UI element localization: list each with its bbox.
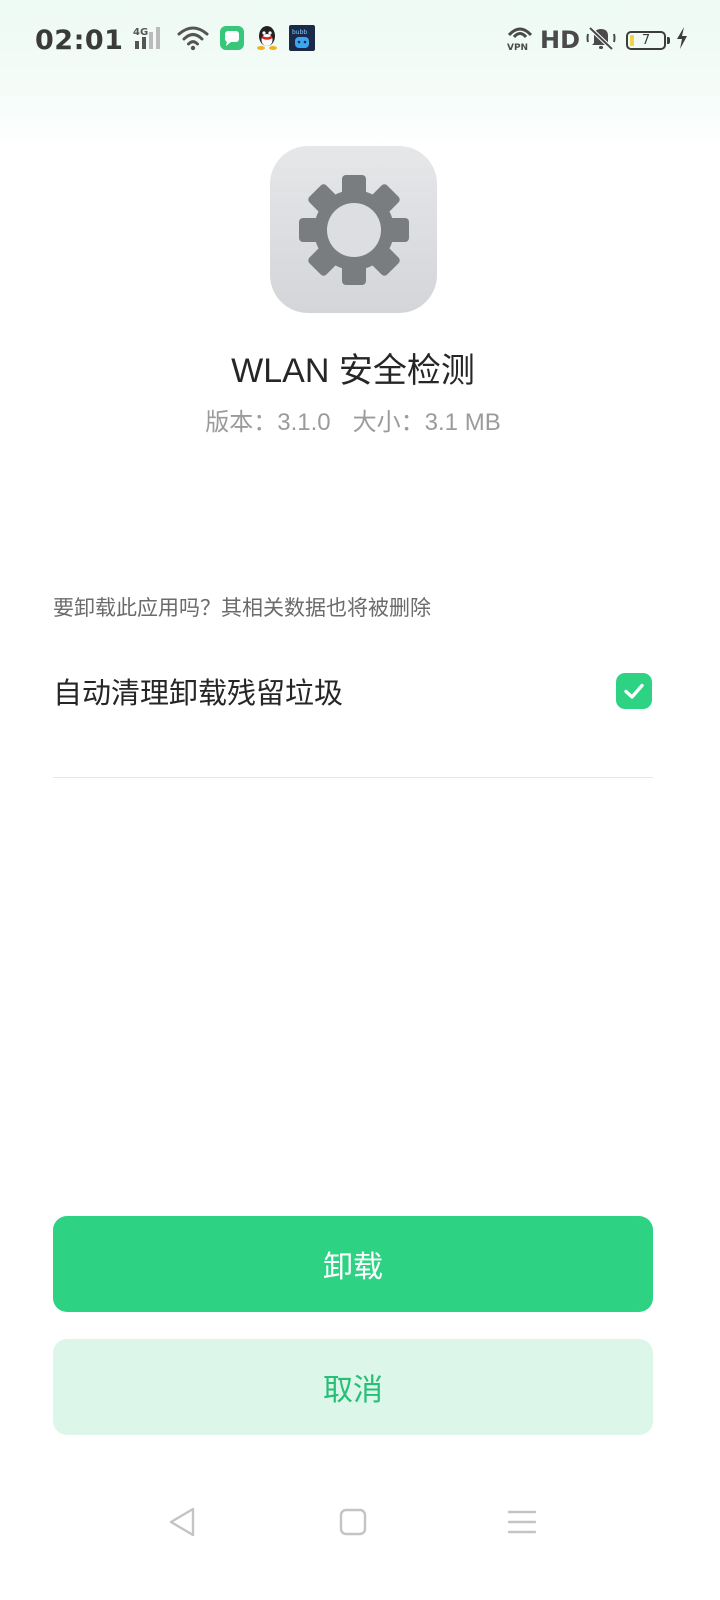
status-right: VPN HD 7 [506, 22, 688, 58]
auto-clean-label: 自动清理卸载残留垃圾 [53, 676, 344, 710]
app-version: 版本：3.1.0 [205, 409, 331, 436]
svg-text:VPN: VPN [507, 43, 528, 52]
hd-label: HD [539, 26, 580, 54]
divider [53, 777, 653, 778]
vpn-icon: VPN [506, 24, 534, 56]
game-app-icon: bubb [289, 25, 316, 55]
cancel-button[interactable]: 取消 [53, 1339, 653, 1435]
app-name: WLAN 安全检测 [231, 352, 475, 390]
app-meta: 版本：3.1.0 大小：3.1 MB [0, 402, 706, 437]
mute-bell-icon [586, 24, 616, 56]
uninstall-button[interactable]: 卸载 [53, 1216, 653, 1312]
uninstall-question: 要卸载此应用吗？其相关数据也将被删除 [53, 596, 431, 620]
status-left: 02:01 4G bubb [35, 22, 316, 58]
svg-text:bubb: bubb [292, 29, 307, 36]
menu-button[interactable] [502, 1502, 542, 1542]
app-size: 大小：3.1 MB [352, 409, 501, 436]
auto-clean-checkbox[interactable] [616, 673, 652, 709]
menu-icon [507, 1510, 537, 1534]
status-time: 02:01 [35, 24, 124, 56]
charging-icon [676, 27, 688, 53]
check-icon [624, 683, 644, 699]
navigation-bar [0, 1480, 706, 1560]
back-button[interactable] [162, 1502, 202, 1542]
message-app-icon [219, 25, 245, 55]
app-icon [270, 146, 437, 313]
svg-text:4G: 4G [133, 27, 148, 38]
qq-app-icon [255, 25, 279, 55]
wifi-icon [177, 25, 209, 55]
status-bar: 02:01 4G bubb VPN HD 7 [0, 0, 720, 82]
home-icon [339, 1508, 367, 1536]
4g-signal-icon: 4G [133, 25, 167, 55]
auto-clean-option[interactable]: 自动清理卸载残留垃圾 [53, 655, 653, 727]
back-icon [169, 1507, 195, 1537]
home-button[interactable] [333, 1502, 373, 1542]
gear-icon [298, 174, 409, 285]
battery-level: 7 [641, 32, 651, 48]
battery-icon: 7 [626, 30, 670, 50]
